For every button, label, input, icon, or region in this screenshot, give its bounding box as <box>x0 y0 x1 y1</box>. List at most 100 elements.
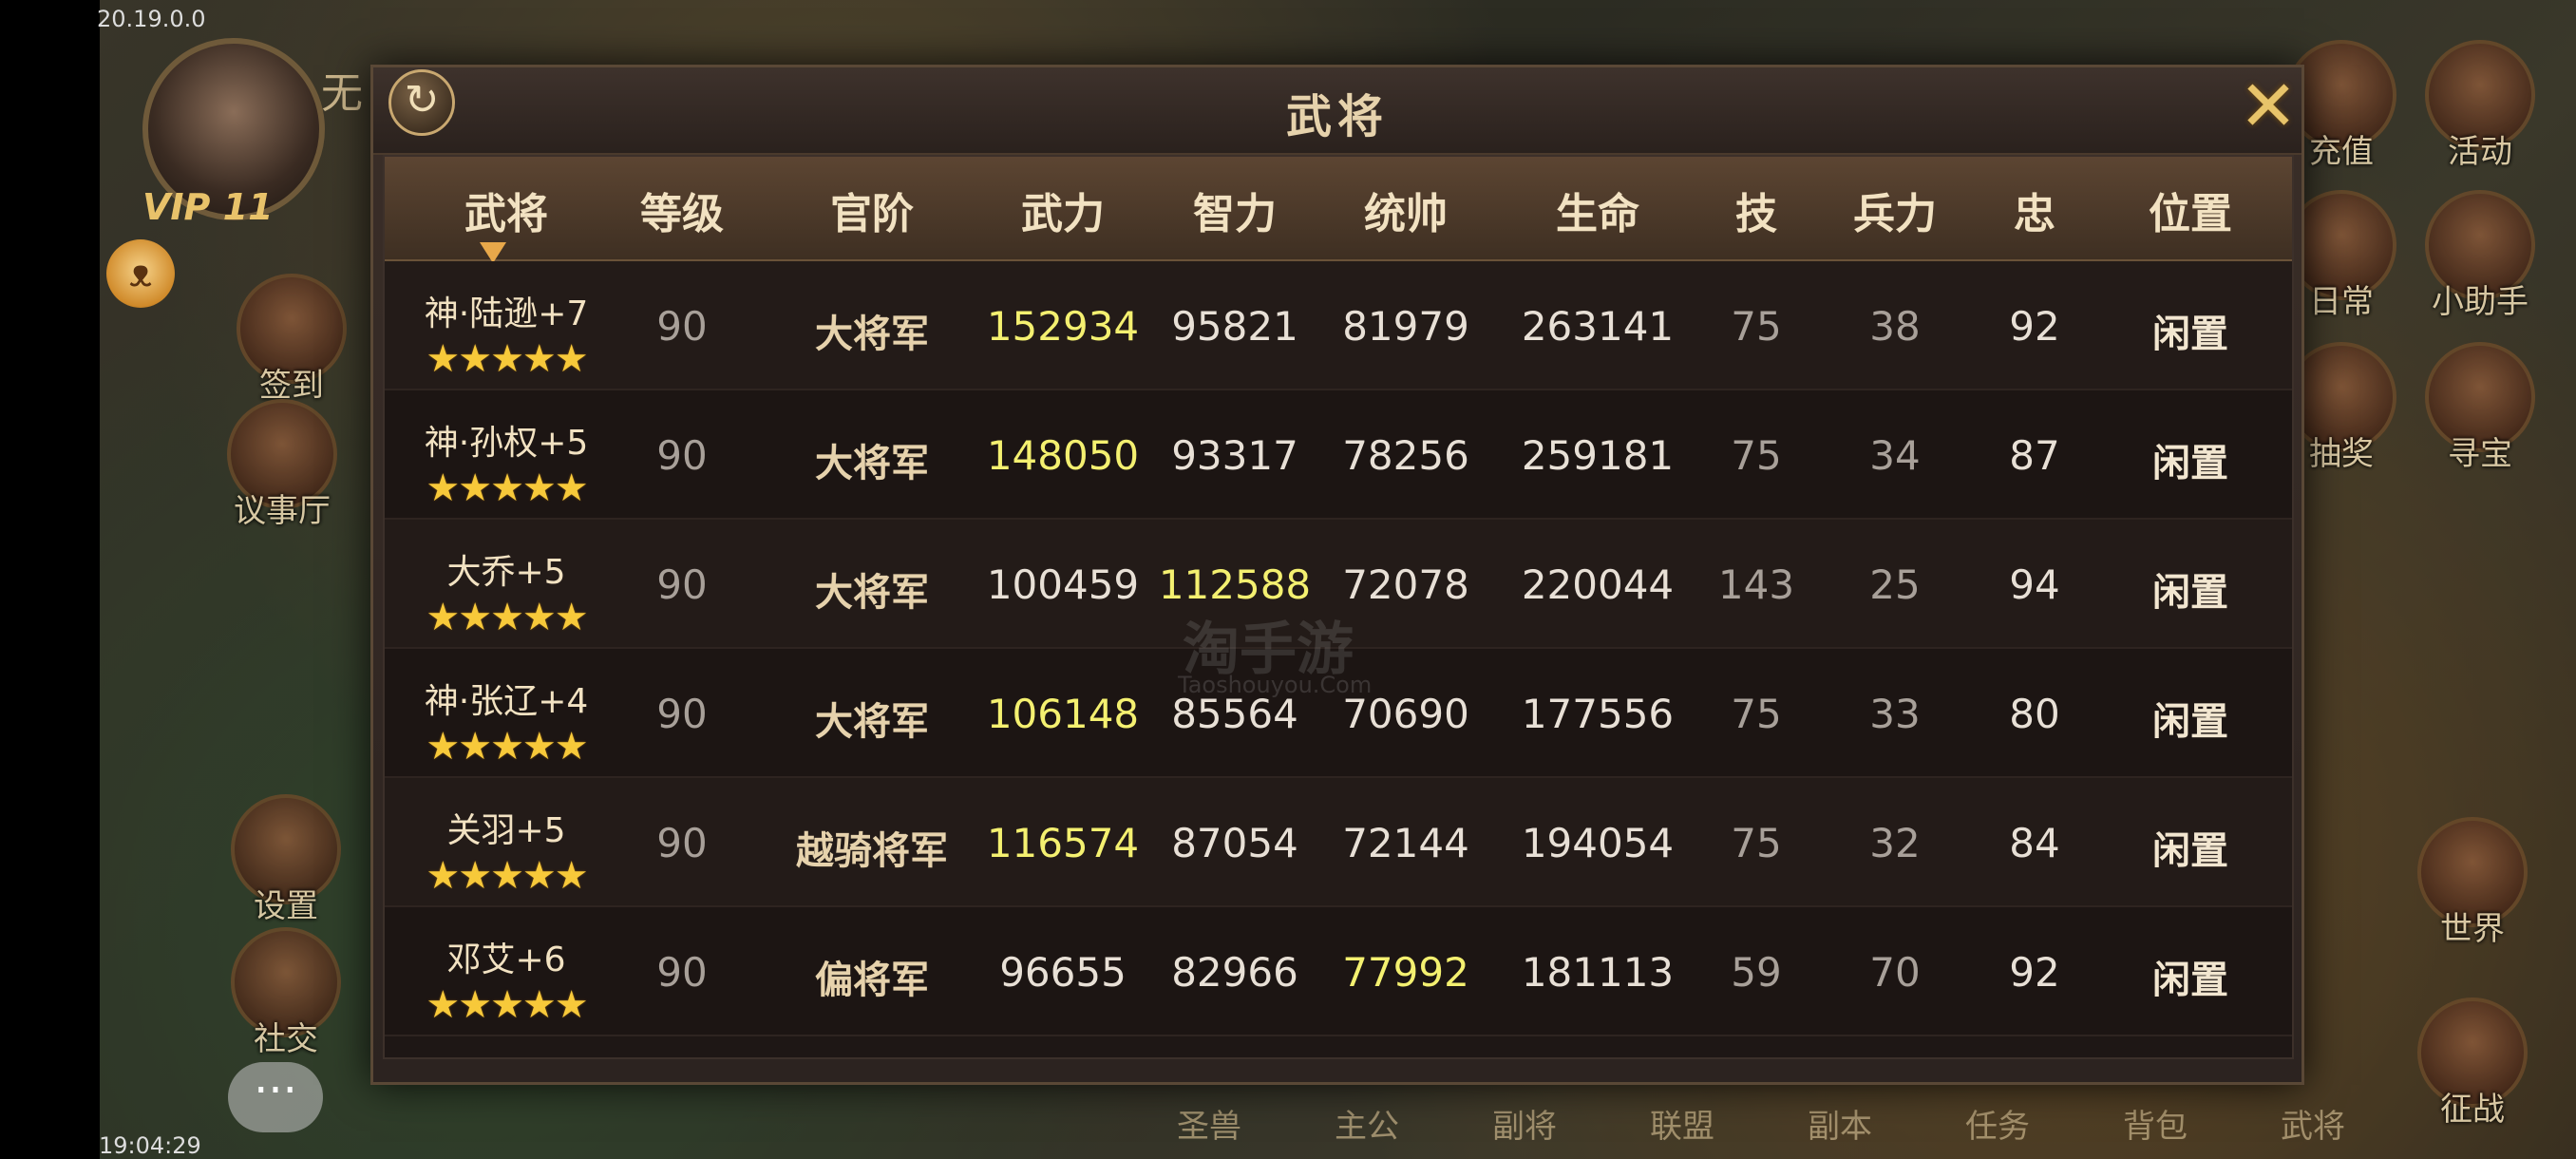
enhance-level: +4 <box>538 682 589 721</box>
left-menu-item[interactable]: 社交 <box>215 927 357 1059</box>
cell-troops: 25 <box>1869 561 1921 608</box>
bottom-nav-item[interactable]: 副将 <box>1446 1100 1603 1147</box>
cell-skill: 75 <box>1731 303 1782 350</box>
star-rating-icon: ★★★★★ <box>426 854 588 898</box>
cell-level: 90 <box>656 303 708 350</box>
cell-troops: 32 <box>1869 820 1921 866</box>
cell-force: 152934 <box>986 303 1140 350</box>
cell-skill: 59 <box>1731 949 1782 996</box>
cell-life: 259181 <box>1521 432 1675 479</box>
general-name-cell: 关羽+5 ★★★★★ <box>426 803 588 898</box>
star-rating-icon: ★★★★★ <box>426 596 588 639</box>
column-header[interactable]: 武将 <box>464 180 548 240</box>
general-name-cell: 大乔+5 ★★★★★ <box>426 544 588 639</box>
cell-level: 90 <box>656 820 708 866</box>
cell-command: 78256 <box>1342 432 1469 479</box>
right-menu-item[interactable]: 世界 <box>2401 817 2544 949</box>
enhance-level: +5 <box>538 424 589 463</box>
general-name-cell: 神·陆逊+7 ★★★★★ <box>425 286 589 381</box>
menu-label: 小助手 <box>2432 283 2529 321</box>
left-menu-item[interactable]: 议事厅 <box>211 399 353 531</box>
cell-intel: 85564 <box>1171 691 1298 737</box>
cell-loyalty: 92 <box>2009 303 2060 350</box>
cell-loyalty: 92 <box>2009 949 2060 996</box>
cell-skill: 75 <box>1731 691 1782 737</box>
cell-troops: 34 <box>1869 432 1921 479</box>
table-row[interactable]: 大乔+5 ★★★★★ 90 大将军 100459 112588 72078 220044 143… <box>385 520 2292 649</box>
cell-command: 70690 <box>1342 691 1469 737</box>
cat-mascot-icon[interactable]: ᴥ <box>106 239 175 308</box>
bottom-nav-item[interactable]: 联盟 <box>1603 1100 1761 1147</box>
table-row[interactable]: 关羽+5 ★★★★★ 90 越骑将军 116574 87054 72144 194054 75 3… <box>385 778 2292 907</box>
left-menu-item[interactable]: 设置 <box>215 794 357 926</box>
bottom-nav-item[interactable]: 背包 <box>2076 1100 2234 1147</box>
menu-label: 社交 <box>254 1020 318 1058</box>
general-name: 关羽+5 <box>446 811 566 850</box>
enhance-level: +5 <box>515 553 566 592</box>
column-header[interactable]: 忠 <box>2014 180 2055 240</box>
table-header: 武将 等级 官阶 武力 智力 统帅 生命 技 兵力 忠 位置 <box>385 157 2292 263</box>
general-name-cell: 邓艾+6 ★★★★★ <box>426 932 588 1027</box>
column-header[interactable]: 武力 <box>1021 180 1105 240</box>
table-row[interactable]: 神·张辽+4 ★★★★★ 90 大将军 106148 85564 70690 177556 75… <box>385 649 2292 778</box>
column-header[interactable]: 兵力 <box>1853 180 1937 240</box>
cell-command: 81979 <box>1342 303 1469 350</box>
cell-position: 闲置 <box>2152 442 2228 485</box>
bottom-nav: 圣兽 主公 副将 联盟 副本 任务 背包 武将 <box>1130 1100 2574 1147</box>
menu-label: 设置 <box>254 887 318 925</box>
bottom-nav-item[interactable]: 主公 <box>1288 1100 1446 1147</box>
cell-skill: 75 <box>1731 432 1782 479</box>
right-menu-item[interactable]: 活动 <box>2409 40 2551 172</box>
table-row[interactable]: 神·孙权+5 ★★★★★ 90 大将军 148050 93317 78256 259181 75… <box>385 390 2292 520</box>
column-header[interactable]: 生命 <box>1556 180 1639 240</box>
column-header[interactable]: 技 <box>1735 180 1777 240</box>
column-header[interactable]: 智力 <box>1193 180 1277 240</box>
cell-position: 闲置 <box>2152 313 2228 356</box>
general-name: 神·张辽+4 <box>424 682 589 721</box>
general-name: 邓艾+6 <box>446 940 566 979</box>
right-menu-item[interactable]: 寻宝 <box>2409 342 2551 474</box>
cell-intel: 87054 <box>1171 820 1298 866</box>
panel-title: 武将 <box>1285 90 1389 143</box>
column-header[interactable]: 等级 <box>640 180 724 240</box>
chat-icon[interactable]: ··· <box>228 1062 323 1132</box>
cell-position: 闲置 <box>2152 829 2228 873</box>
column-header[interactable]: 统帅 <box>1364 180 1448 240</box>
star-rating-icon: ★★★★★ <box>426 337 588 381</box>
left-menu-item[interactable]: 签到 <box>220 274 363 406</box>
cell-intel: 93317 <box>1171 432 1298 479</box>
bottom-nav-item[interactable]: 武将 <box>2234 1100 2392 1147</box>
menu-label: 世界 <box>2440 910 2505 948</box>
bottom-nav-item[interactable]: 圣兽 <box>1130 1100 1288 1147</box>
cell-level: 90 <box>656 691 708 737</box>
cell-skill: 143 <box>1717 561 1795 608</box>
cell-force: 148050 <box>986 432 1140 479</box>
column-header[interactable]: 官阶 <box>830 180 914 240</box>
table-row[interactable]: 神·陆逊+7 ★★★★★ 90 大将军 152934 95821 81979 263141 75… <box>385 261 2292 390</box>
cell-life: 181113 <box>1521 949 1675 996</box>
cell-troops: 70 <box>1869 949 1921 996</box>
version-label: 20.19.0.0 <box>97 6 206 32</box>
right-menu-item[interactable]: 小助手 <box>2409 190 2551 322</box>
table-row[interactable]: 邓艾+6 ★★★★★ 90 偏将军 96655 82966 77992 181113 59 70 9… <box>385 907 2292 1036</box>
player-name: 无 <box>321 69 363 118</box>
menu-label: 寻宝 <box>2448 435 2512 473</box>
general-name: 神·孙权+5 <box>424 424 589 463</box>
star-rating-icon: ★★★★★ <box>426 466 588 510</box>
cell-intel: 95821 <box>1171 303 1298 350</box>
close-button[interactable]: ✕ <box>2235 71 2301 142</box>
cell-life: 220044 <box>1521 561 1675 608</box>
cell-troops: 38 <box>1869 303 1921 350</box>
cell-rank: 大将军 <box>815 442 929 485</box>
cell-skill: 75 <box>1731 820 1782 866</box>
column-header[interactable]: 位置 <box>2149 180 2232 240</box>
star-rating-icon: ★★★★★ <box>426 983 588 1027</box>
vip-badge[interactable]: VIP 11 <box>142 186 274 228</box>
enhance-level: +5 <box>515 811 566 850</box>
cell-loyalty: 94 <box>2009 561 2060 608</box>
cell-intel: 112588 <box>1158 561 1312 608</box>
bottom-nav-item[interactable]: 任务 <box>1919 1100 2076 1147</box>
bottom-nav-item[interactable]: 副本 <box>1761 1100 1919 1147</box>
cell-loyalty: 87 <box>2009 432 2060 479</box>
general-name: 大乔+5 <box>446 553 566 592</box>
